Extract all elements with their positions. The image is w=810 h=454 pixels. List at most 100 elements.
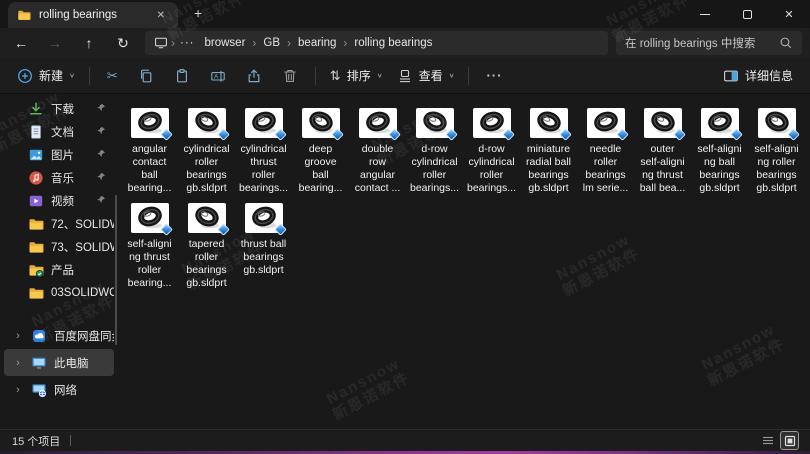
close-button[interactable]: ✕ <box>768 0 810 28</box>
tab-close-icon[interactable]: ✕ <box>153 9 169 22</box>
sidebar-item-百度网盘同步空[interactable]: › 百度网盘同步空 <box>4 322 114 349</box>
sidebar-item-label: 03SOLIDWORK <box>51 287 114 299</box>
chevron-right-icon[interactable]: › <box>12 330 24 342</box>
breadcrumb-items: browser›GB›bearing›rolling bearings <box>201 36 437 50</box>
folder-icon <box>28 216 44 232</box>
share-button[interactable] <box>236 63 272 89</box>
folder-sync-icon <box>28 262 44 278</box>
explorer-tab[interactable]: rolling bearings ✕ <box>8 2 178 28</box>
sidebar-item-产品[interactable]: 产品 <box>4 258 114 281</box>
sidebar-item-此电脑[interactable]: ›此电脑 <box>4 349 114 376</box>
view-layout-icon <box>397 68 413 84</box>
forward-button[interactable]: → <box>42 33 68 53</box>
file-item[interactable]: cylindricalthrustrollerbearings... <box>235 100 292 195</box>
sidebar-item-label: 百度网盘同步空 <box>54 328 114 344</box>
details-view-toggle[interactable] <box>759 432 776 449</box>
network-icon <box>31 382 47 398</box>
sldprt-file-icon <box>473 108 511 138</box>
sidebar-item-网络[interactable]: ›网络 <box>4 376 114 403</box>
svg-text:A: A <box>214 73 219 80</box>
file-item[interactable]: angularcontactballbearing... <box>121 100 178 195</box>
chevron-down-icon: ∨ <box>377 72 383 79</box>
cut-button[interactable]: ✂ <box>97 63 128 89</box>
breadcrumb-item[interactable]: bearing <box>294 37 340 49</box>
sldprt-file-icon <box>644 108 682 138</box>
file-item[interactable]: miniatureradial ballbearingsgb.sldprt <box>520 100 577 195</box>
file-item[interactable]: outerself-aligning thrustball bea... <box>634 100 691 195</box>
sldprt-file-icon <box>359 108 397 138</box>
file-name: needlerollerbearingslm serie... <box>577 143 634 195</box>
chevron-right-icon[interactable]: › <box>12 384 24 396</box>
sort-button[interactable]: ⇅ 排序 ∨ <box>323 62 390 89</box>
file-item[interactable]: needlerollerbearingslm serie... <box>577 100 634 195</box>
refresh-button[interactable]: ↻ <box>110 33 136 53</box>
sidebar-item-72、SOLIDWO[interactable]: 72、SOLIDWO <box>4 212 114 235</box>
file-item[interactable]: doublerowangularcontact ... <box>349 100 406 195</box>
pin-icon[interactable] <box>96 126 106 136</box>
file-item[interactable]: self-aligning ballbearingsgb.sldprt <box>691 100 748 195</box>
file-item[interactable]: d-rowcylindricalrollerbearings... <box>406 100 463 195</box>
breadcrumb[interactable]: › ··· browser›GB›bearing›rolling bearing… <box>145 31 608 55</box>
maximize-icon <box>743 10 752 19</box>
paste-button[interactable] <box>164 63 200 89</box>
breadcrumb-overflow-button[interactable]: ··· <box>178 37 201 49</box>
minimize-button[interactable] <box>684 0 726 28</box>
videos-icon <box>28 193 44 209</box>
delete-button[interactable] <box>272 63 308 89</box>
search-box[interactable]: 在 rolling bearings 中搜索 <box>616 31 802 55</box>
share-icon <box>246 68 262 84</box>
search-input[interactable]: 在 rolling bearings 中搜索 <box>625 35 779 51</box>
maximize-button[interactable] <box>726 0 768 28</box>
sidebar-item-下载[interactable]: 下载 <box>4 97 114 120</box>
chevron-right-icon[interactable]: › <box>12 357 24 369</box>
breadcrumb-separator: › <box>340 36 350 50</box>
sidebar-scrollbar[interactable] <box>115 195 117 345</box>
file-item[interactable]: cylindricalrollerbearingsgb.sldprt <box>178 100 235 195</box>
baidu-icon <box>31 328 47 344</box>
more-options-button[interactable]: ··· <box>476 63 512 88</box>
file-name: self-aligning rollerbearingsgb.sldprt <box>748 143 805 195</box>
minimize-icon <box>700 14 710 15</box>
view-label: 查看 <box>419 67 443 84</box>
breadcrumb-item[interactable]: GB <box>259 37 284 49</box>
navigation-bar: ← → ↑ ↻ › ··· browser›GB›bearing›rolling… <box>0 28 810 58</box>
new-tab-button[interactable]: + <box>188 5 208 21</box>
file-item[interactable]: thrust ballbearingsgb.sldprt <box>235 195 292 290</box>
watermark-text: Nansnow新恩诺软件 <box>697 320 788 390</box>
rename-button[interactable]: A <box>200 63 236 89</box>
back-button[interactable]: ← <box>8 33 34 53</box>
file-item[interactable]: self-aligning thrustrollerbearing... <box>121 195 178 290</box>
file-item[interactable]: d-rowcylindricalrollerbearings... <box>463 100 520 195</box>
sidebar-item-图片[interactable]: 图片 <box>4 143 114 166</box>
up-button[interactable]: ↑ <box>76 33 102 53</box>
file-name: cylindricalrollerbearingsgb.sldprt <box>178 143 235 195</box>
pin-icon[interactable] <box>96 195 106 205</box>
trash-icon <box>282 68 298 84</box>
sidebar-item-文档[interactable]: 文档 <box>4 120 114 143</box>
file-item[interactable]: deepgrooveballbearing... <box>292 100 349 195</box>
pin-icon[interactable] <box>96 103 106 113</box>
sidebar-item-03SOLIDWORK[interactable]: 03SOLIDWORK <box>4 281 114 304</box>
this-pc-monitor-icon[interactable] <box>154 36 168 50</box>
pin-icon[interactable] <box>96 149 106 159</box>
breadcrumb-item[interactable]: rolling bearings <box>350 37 436 49</box>
breadcrumb-item[interactable]: browser <box>201 37 250 49</box>
sidebar-item-73、SOLIDWO[interactable]: 73、SOLIDWO <box>4 235 114 258</box>
large-icons-view-toggle[interactable] <box>781 432 798 449</box>
sldprt-file-icon <box>758 108 796 138</box>
new-button[interactable]: 新建 ∨ <box>10 62 82 89</box>
folder-icon <box>28 239 44 255</box>
copy-button[interactable] <box>128 63 164 89</box>
command-toolbar: 新建 ∨ ✂ A <box>0 58 810 94</box>
file-name: deepgrooveballbearing... <box>292 143 349 195</box>
pin-icon[interactable] <box>96 172 106 182</box>
copy-icon <box>138 68 154 84</box>
file-item[interactable]: self-aligning rollerbearingsgb.sldprt <box>748 100 805 195</box>
file-item[interactable]: taperedrollerbearingsgb.sldprt <box>178 195 235 290</box>
sidebar-item-视频[interactable]: 视频 <box>4 189 114 212</box>
details-pane-button[interactable]: 详细信息 <box>716 62 800 89</box>
sidebar-item-音乐[interactable]: 音乐 <box>4 166 114 189</box>
new-label: 新建 <box>39 67 63 84</box>
view-button[interactable]: 查看 ∨ <box>390 62 462 89</box>
search-icon <box>779 36 793 50</box>
